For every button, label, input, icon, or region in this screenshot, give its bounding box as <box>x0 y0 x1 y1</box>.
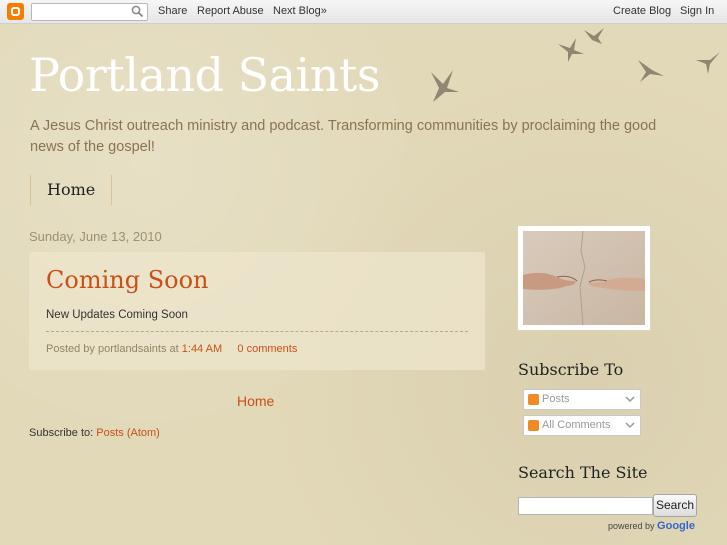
post-card: Coming Soon New Updates Coming Soon Post… <box>29 252 485 370</box>
subscribe-widget-title: Subscribe To <box>518 360 624 379</box>
subscribe-line: Subscribe to: Posts (Atom) <box>29 427 160 439</box>
creation-of-adam-image <box>523 231 645 325</box>
post-date: Sunday, June 13, 2010 <box>29 229 162 244</box>
post-time-link[interactable]: 1:44 AM <box>182 343 222 355</box>
posts-atom-link[interactable]: Posts (Atom) <box>96 427 160 439</box>
bird-icon <box>638 60 664 82</box>
post-footer: Posted by portlandsaints at 1:44 AM 0 co… <box>46 343 297 355</box>
sign-in-link[interactable]: Sign In <box>680 5 714 17</box>
sidebar-image[interactable] <box>518 226 650 330</box>
comments-link[interactable]: 0 comments <box>237 343 297 355</box>
search-icon[interactable] <box>131 5 144 18</box>
page-tabs: Home <box>30 175 113 205</box>
home-link[interactable]: Home <box>237 393 274 409</box>
rss-icon <box>528 394 539 405</box>
chevron-down-icon <box>625 422 635 429</box>
share-link[interactable]: Share <box>158 5 187 17</box>
feed-dropdown-comments[interactable]: All Comments <box>523 415 641 436</box>
posted-by-text: Posted by portlandsaints at <box>46 343 179 355</box>
blog-title[interactable]: Portland Saints <box>29 48 380 102</box>
subscribe-label: Subscribe to: <box>29 427 94 439</box>
feed-dropdown-posts[interactable]: Posts <box>523 389 641 410</box>
powered-by-google: powered by Google <box>608 520 695 532</box>
tab-home[interactable]: Home <box>47 180 95 199</box>
blogger-logo-icon[interactable] <box>7 3 24 20</box>
post-body: New Updates Coming Soon <box>46 309 188 321</box>
blog-description: A Jesus Christ outreach ministry and pod… <box>30 118 657 155</box>
feed-label: Posts <box>542 393 570 405</box>
rss-icon <box>528 420 539 431</box>
create-blog-link[interactable]: Create Blog <box>613 5 671 17</box>
blogger-navbar: Share Report Abuse Next Blog» Create Blo… <box>0 0 727 24</box>
bird-icon <box>696 52 720 74</box>
site-search-input[interactable] <box>518 497 653 515</box>
post-divider <box>46 331 468 332</box>
chevron-down-icon <box>625 396 635 403</box>
search-widget-title: Search The Site <box>518 463 648 482</box>
post-title[interactable]: Coming Soon <box>46 266 209 294</box>
feed-label: All Comments <box>542 419 611 431</box>
powered-by-text: powered by <box>608 521 655 531</box>
site-search-button[interactable]: Search <box>653 494 697 517</box>
navbar-search-input[interactable] <box>31 3 148 21</box>
report-abuse-link[interactable]: Report Abuse <box>197 5 264 17</box>
next-blog-link[interactable]: Next Blog» <box>273 5 327 17</box>
google-logo: Google <box>657 520 695 532</box>
bird-icon <box>584 28 604 44</box>
bird-icon <box>431 70 459 102</box>
